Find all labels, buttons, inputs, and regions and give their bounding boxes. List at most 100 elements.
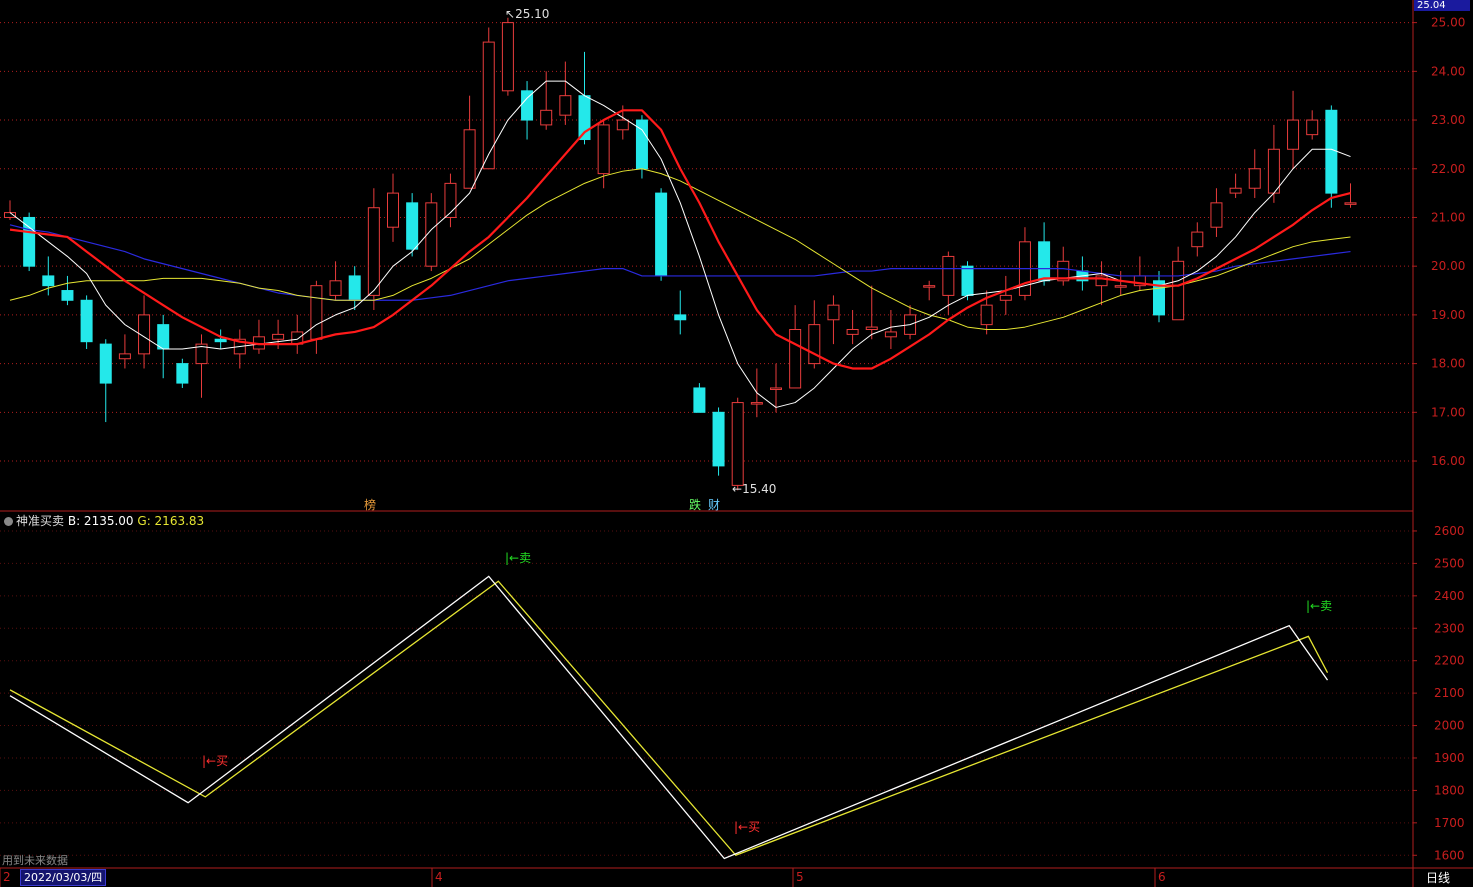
candle-down [674, 314, 687, 321]
candle-up [942, 255, 955, 296]
candle-up [865, 326, 878, 331]
candle-down [214, 338, 227, 343]
ma5-line [9, 80, 1351, 408]
candle-down [61, 290, 74, 301]
candle-up [1114, 285, 1127, 288]
indicator-g-value: G: 2163.83 [137, 514, 205, 528]
candle-up [118, 353, 131, 360]
candle-down [655, 192, 668, 277]
candle-down [406, 202, 419, 250]
buy-signal-2: |←买 [734, 820, 761, 834]
price-tick-label: 22.00 [1431, 162, 1465, 176]
price-tick-label: 18.00 [1431, 357, 1465, 371]
eye-icon[interactable] [4, 517, 13, 526]
candle-up [770, 387, 782, 390]
candle-up [387, 192, 399, 228]
sell-signal-2: |←卖 [1306, 599, 1333, 613]
candle-down [80, 299, 93, 343]
price-tick-label: 16.00 [1431, 454, 1465, 468]
candle-up [1172, 260, 1185, 321]
candle-up [482, 41, 495, 170]
candle-up [272, 333, 285, 340]
marker-die[interactable]: 跌 [689, 496, 701, 513]
min-price-label: ←15.40 [732, 482, 777, 496]
price-tick-label: 21.00 [1431, 210, 1465, 224]
marker-cai[interactable]: 财 [708, 496, 720, 513]
candle-up [923, 285, 936, 288]
candle-up [884, 331, 897, 338]
candle-up [980, 304, 993, 326]
candle-up [731, 402, 744, 486]
candlesticks [4, 17, 1357, 491]
price-tick-label: 19.00 [1431, 308, 1465, 322]
candle-up [1306, 119, 1319, 136]
candle-up [501, 22, 514, 92]
candle-up [1344, 202, 1357, 205]
indicator-tick-label: 2000 [1434, 719, 1465, 733]
candle-up [540, 109, 553, 126]
month-label: 4 [435, 870, 443, 884]
candle-up [808, 324, 821, 365]
candle-down [42, 275, 55, 287]
indicator-b-value: B: 2135.00 [67, 514, 134, 528]
buy-signal-1: |←买 [202, 754, 229, 768]
indicator-tick-label: 1800 [1434, 783, 1465, 797]
cursor-date: 2022/03/03/四 [20, 869, 107, 886]
candle-down [1038, 241, 1051, 282]
candle-up [999, 294, 1012, 301]
indicator-tick-label: 2300 [1434, 621, 1465, 635]
price-tick-label: 24.00 [1431, 64, 1465, 78]
indicator-b-line [9, 575, 1329, 860]
candle-up [1248, 168, 1261, 189]
candle-up [597, 124, 610, 175]
candle-up [789, 329, 802, 389]
max-price-label: ↖25.10 [505, 7, 550, 21]
candle-up [846, 329, 859, 335]
price-tick-label: 20.00 [1431, 259, 1465, 273]
indicator-lines [9, 575, 1329, 860]
indicator-tick-label: 2500 [1434, 556, 1465, 570]
candle-up [329, 280, 342, 296]
candle-down [1325, 109, 1338, 194]
indicator-name: 神准买卖 [16, 514, 65, 528]
indicator-tick-label: 1600 [1434, 848, 1465, 862]
candle-up [1229, 187, 1242, 194]
candle-up [750, 402, 763, 405]
candle-up [1191, 231, 1204, 248]
candle-down [176, 363, 189, 384]
indicator-tick-label: 2200 [1434, 654, 1465, 668]
candle-up [559, 95, 572, 116]
price-tick-label: 23.00 [1431, 113, 1465, 127]
price-tick-label: 25.00 [1431, 16, 1465, 30]
candle-down [157, 324, 170, 350]
sell-signal-1: |←卖 [505, 551, 532, 565]
month-label: 6 [1158, 870, 1166, 884]
month-label: 5 [796, 870, 804, 884]
indicator-tick-label: 2100 [1434, 686, 1465, 700]
candle-up [367, 207, 380, 296]
indicator-title[interactable]: 神准买卖 B: 2135.00 G: 2163.83 [4, 512, 204, 529]
price-axis-ticks: 25.00 24.00 23.00 22.00 21.00 20.00 19.00 18.00… [1413, 16, 1465, 468]
indicator-tick-label: 2600 [1434, 524, 1465, 538]
current-price-tag: 25.04 [1414, 0, 1470, 11]
marker-bang[interactable]: 榜 [364, 496, 376, 513]
future-data-note: 用到未来数据 [2, 854, 68, 867]
candle-down [99, 343, 112, 384]
candle-up [310, 285, 323, 340]
candle-down [712, 411, 725, 467]
moving-average-lines [9, 80, 1351, 408]
month-label: 2 [3, 870, 11, 884]
candle-up [1287, 119, 1300, 150]
candle-up [1267, 148, 1280, 194]
candle-up [827, 304, 840, 321]
indicator-g-line [9, 580, 1329, 857]
period-selector[interactable]: 日线 [1426, 869, 1450, 886]
grid-lines [0, 22, 1413, 856]
price-tick-label: 17.00 [1431, 405, 1465, 419]
candle-down [348, 275, 361, 301]
indicator-tick-label: 2400 [1434, 589, 1465, 603]
candle-down [961, 265, 974, 296]
candle-up [616, 119, 629, 131]
indicator-tick-label: 1700 [1434, 816, 1465, 830]
candle-up [463, 129, 476, 189]
